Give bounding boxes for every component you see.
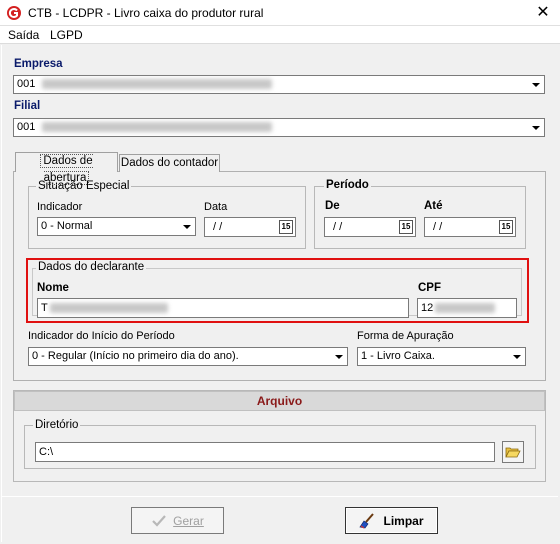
gerar-button[interactable]: Gerar — [131, 507, 224, 534]
indicador-label: Indicador — [37, 201, 83, 213]
filial-code: 001 — [17, 121, 36, 133]
empresa-name-redacted — [42, 79, 273, 90]
ate-label: Até — [424, 200, 443, 212]
ate-value: / / — [433, 221, 443, 233]
data-input[interactable]: / / 15 — [204, 217, 296, 237]
filial-select[interactable]: 001 — [13, 118, 545, 137]
checkmark-icon — [152, 514, 166, 527]
periodo-title: Período — [324, 179, 371, 191]
calendar-icon[interactable]: 15 — [399, 220, 413, 234]
tab-dados-contador-label: Dados do contador — [120, 157, 219, 169]
chevron-down-icon[interactable] — [179, 219, 194, 234]
indicador-select[interactable]: 0 - Normal — [37, 217, 196, 236]
limpar-button[interactable]: Limpar — [345, 507, 438, 534]
chevron-down-icon[interactable] — [331, 349, 346, 364]
browse-folder-button[interactable] — [502, 441, 524, 463]
filial-name-redacted — [42, 122, 273, 133]
menu-saida[interactable]: Saída — [8, 28, 39, 42]
calendar-icon[interactable]: 15 — [279, 220, 293, 234]
nome-redacted — [49, 303, 168, 314]
empresa-code: 001 — [17, 78, 36, 90]
title-bar: CTB - LCDPR - Livro caixa do produtor ru… — [0, 0, 560, 26]
forma-apuracao-value: 1 - Livro Caixa. — [361, 350, 435, 362]
diretorio-value: C:\ — [39, 446, 54, 458]
limpar-label: Limpar — [383, 513, 424, 528]
nome-value: T — [41, 302, 48, 314]
window-title: CTB - LCDPR - Livro caixa do produtor ru… — [28, 6, 264, 20]
cpf-input[interactable]: 12 — [417, 298, 517, 318]
chevron-down-icon[interactable] — [509, 349, 524, 364]
filial-label: Filial — [14, 100, 41, 112]
cpf-redacted — [435, 303, 496, 314]
data-label: Data — [204, 201, 228, 213]
calendar-icon[interactable]: 15 — [499, 220, 513, 234]
app-logo-icon — [7, 6, 21, 20]
indicador-inicio-value: 0 - Regular (Início no primeiro dia do a… — [32, 350, 239, 362]
bottom-separator — [1, 496, 558, 497]
broom-icon — [359, 512, 375, 528]
de-value: / / — [333, 221, 343, 233]
cpf-label: CPF — [418, 282, 441, 294]
ate-date-input[interactable]: / / 15 — [424, 217, 516, 237]
tab-dados-abertura-label: Dados de abertura — [40, 154, 93, 185]
chevron-down-icon[interactable] — [528, 77, 543, 92]
diretorio-input[interactable]: C:\ — [35, 442, 495, 462]
indicador-inicio-label: Indicador do Início do Período — [28, 330, 175, 342]
empresa-label: Empresa — [14, 58, 63, 70]
tab-dados-abertura[interactable]: Dados de abertura — [15, 152, 118, 185]
arquivo-header: Arquivo — [14, 391, 545, 411]
menu-lgpd[interactable]: LGPD — [50, 28, 83, 42]
folder-open-icon — [505, 447, 521, 458]
indicador-inicio-select[interactable]: 0 - Regular (Início no primeiro dia do a… — [28, 347, 348, 366]
nome-label: Nome — [37, 282, 69, 294]
diretorio-title: Diretório — [33, 419, 81, 431]
menu-bar: Saída LGPD — [0, 26, 560, 44]
indicador-value: 0 - Normal — [41, 220, 93, 232]
close-icon[interactable]: ✕ — [532, 2, 554, 24]
empresa-select[interactable]: 001 — [13, 75, 545, 94]
tab-dados-contador[interactable]: Dados do contador — [119, 154, 220, 172]
de-date-input[interactable]: / / 15 — [324, 217, 416, 237]
forma-apuracao-select[interactable]: 1 - Livro Caixa. — [357, 347, 526, 366]
gerar-label: Gerar — [173, 513, 204, 528]
data-value: / / — [213, 221, 223, 233]
declarante-title: Dados do declarante — [36, 261, 147, 273]
nome-input[interactable]: T — [37, 298, 409, 318]
forma-apuracao-label: Forma de Apuração — [357, 330, 454, 342]
de-label: De — [325, 200, 340, 212]
cpf-value: 12 — [421, 302, 434, 314]
chevron-down-icon[interactable] — [528, 120, 543, 135]
